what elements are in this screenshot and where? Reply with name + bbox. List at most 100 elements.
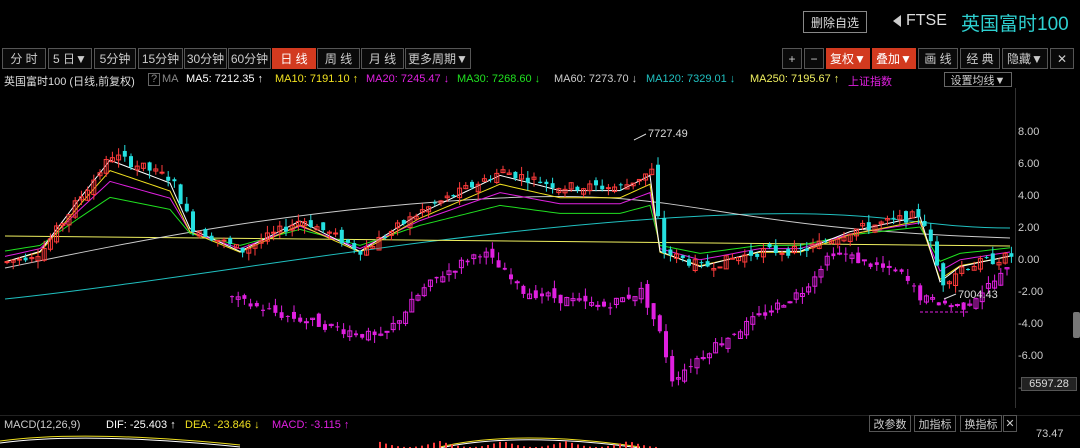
tab-more-periods[interactable]: 更多周期▼ — [405, 48, 471, 69]
zoom-in-button[interactable]: + — [782, 48, 802, 69]
overlay-candle-body — [354, 333, 358, 336]
main-candle-body — [159, 171, 165, 174]
main-candle-body — [358, 250, 363, 255]
overlay-candle-body — [608, 307, 613, 309]
tab-5min[interactable]: 5分钟 — [94, 48, 136, 69]
main-candle-body — [191, 211, 195, 232]
overlay-candle-body — [732, 333, 737, 335]
main-candle-body — [594, 180, 598, 186]
main-candle-body — [755, 253, 760, 257]
change-params-button[interactable]: 改参数 — [869, 415, 911, 432]
macd-close-icon[interactable]: ✕ — [1003, 415, 1017, 432]
hide-button[interactable]: 隐藏▼ — [1002, 48, 1048, 69]
main-candle-body — [513, 171, 518, 179]
overlay-candle-body — [558, 294, 563, 304]
ma250-value: MA250: 7195.67 ↑ — [750, 73, 840, 85]
ma20-value: MA20: 7245.47 ↓ — [366, 73, 450, 85]
overlay-candle-body — [954, 304, 960, 307]
overlay-candle-body — [905, 275, 910, 281]
main-candle-body — [470, 181, 474, 188]
period-toolbar: 分 时 5 日▼ 5分钟 15分钟 30分钟 60分钟 日 线 周 线 月 线 … — [0, 48, 1080, 70]
classic-button[interactable]: 经 典 — [960, 48, 1000, 69]
tab-30min[interactable]: 30分钟 — [184, 48, 227, 69]
main-candle-body — [346, 239, 350, 243]
main-candle-body — [605, 187, 611, 190]
ma-prefix: MA — [162, 73, 179, 85]
y-tick-label: 0.00 — [1018, 254, 1040, 266]
overlay-candle-body — [899, 269, 904, 272]
main-candle-body — [662, 218, 667, 253]
main-candle-body — [786, 249, 791, 256]
close-icon[interactable]: ✕ — [1050, 48, 1074, 69]
chart-title: 英国富时100 (日线,前复权) — [4, 76, 135, 88]
main-candle-body — [122, 150, 127, 157]
main-candle-body — [184, 203, 189, 212]
tab-weekly[interactable]: 周 线 — [317, 48, 360, 69]
overlay-candle-body — [918, 285, 923, 301]
overlay-candle-body — [583, 295, 588, 302]
ma250-line — [4, 235, 1011, 247]
low-annotation: 7004.43 — [958, 289, 998, 301]
overlay-candle-body — [323, 324, 327, 330]
low-arrow — [943, 293, 957, 300]
overlay-candle-body — [502, 267, 507, 270]
macd-axis-value: 73.47 — [1036, 428, 1064, 440]
overlay-candle-body — [452, 270, 458, 273]
scroll-handle[interactable] — [1073, 312, 1080, 338]
main-candle-body — [990, 253, 995, 265]
main-candle-body — [383, 237, 388, 239]
main-candle-body — [767, 244, 772, 248]
y-tick-label: 6.00 — [1018, 158, 1040, 170]
zoom-out-button[interactable]: − — [804, 48, 824, 69]
overlay-candle-body — [861, 259, 867, 262]
macd-dea-value: DEA: -23.846 ↓ — [185, 419, 260, 431]
main-candle-body — [4, 261, 10, 264]
tab-monthly[interactable]: 月 线 — [361, 48, 404, 69]
ma-settings-button[interactable]: 设置均线▼ — [944, 72, 1012, 87]
overlay-candle-body — [881, 263, 885, 268]
overlay-candle-body — [303, 321, 309, 324]
main-candle-body — [215, 239, 221, 242]
overlay-candle-body — [514, 281, 520, 284]
overlay-candle-body — [279, 312, 284, 318]
adjust-rights-button[interactable]: 复权▼ — [826, 48, 870, 69]
top-bar: 删除自选 FTSE 英国富时100 — [0, 0, 1080, 44]
overlay-candle-body — [496, 260, 501, 268]
main-candle-body — [941, 263, 946, 286]
high-annotation: 7727.49 — [648, 128, 688, 140]
main-candle-body — [687, 259, 691, 266]
tab-5day[interactable]: 5 日▼ — [48, 48, 92, 69]
main-candle-body — [333, 232, 339, 235]
overlay-candle-body — [893, 269, 898, 272]
main-candle-body — [321, 222, 326, 231]
candlestick-chart[interactable] — [0, 88, 1080, 410]
overlay-candle-body — [843, 253, 848, 255]
overlay-candle-body — [521, 285, 526, 294]
main-candle-body — [240, 247, 245, 253]
overlay-candle-body — [273, 305, 278, 313]
tab-intraday[interactable]: 分 时 — [2, 48, 46, 69]
tab-60min[interactable]: 60分钟 — [228, 48, 271, 69]
tab-15min[interactable]: 15分钟 — [138, 48, 183, 69]
macd-value: MACD: -3.115 ↑ — [272, 419, 350, 431]
overlay-candle-body — [787, 301, 793, 304]
ma10-value: MA10: 7191.10 ↑ — [275, 73, 359, 85]
main-candle-body — [284, 226, 288, 232]
overlay-button[interactable]: 叠加▼ — [872, 48, 916, 69]
prev-triangle-icon[interactable] — [893, 15, 901, 27]
switch-indicator-button[interactable]: 换指标 — [960, 415, 1002, 432]
main-candle-body — [525, 177, 530, 183]
remove-watchlist-button[interactable]: 删除自选 — [803, 11, 867, 33]
main-candle-body — [16, 258, 22, 261]
overlay-candle-body — [768, 310, 774, 313]
draw-line-button[interactable]: 画 线 — [918, 48, 958, 69]
add-indicator-button[interactable]: 加指标 — [914, 415, 956, 432]
main-candle-body — [178, 184, 183, 205]
main-candle-body — [308, 220, 313, 228]
main-candle-body — [798, 247, 803, 250]
overlay-candle-body — [831, 253, 836, 257]
help-icon[interactable]: ? — [148, 73, 161, 86]
tab-daily[interactable]: 日 线 — [272, 48, 316, 69]
ma5-value: MA5: 7212.35 ↑ — [186, 73, 264, 85]
overlay-candle-body — [868, 263, 873, 267]
